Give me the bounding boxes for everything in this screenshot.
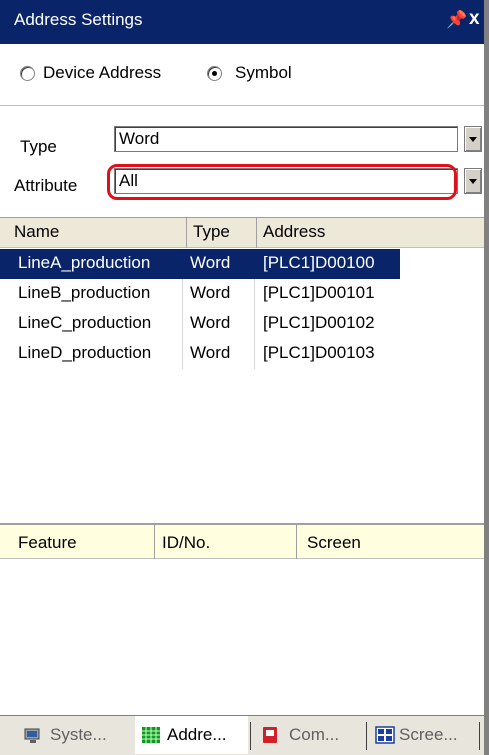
- device-address-radio[interactable]: [20, 66, 35, 81]
- tab-common-settings-label: Com...: [289, 725, 340, 744]
- common-settings-icon: [263, 727, 277, 743]
- type-dropdown[interactable]: Word: [114, 126, 458, 152]
- cell-name: LineB_production: [18, 283, 151, 302]
- cell-type: Word: [190, 283, 231, 302]
- column-header-type[interactable]: Type: [193, 222, 230, 242]
- address-settings-panel: Address Settings 📌 x Device Address Symb…: [0, 0, 489, 755]
- cell-address: [PLC1]D00101: [263, 283, 375, 302]
- address-mode-group: Device Address Symbol: [0, 44, 489, 106]
- usage-table: Feature ID/No. Screen: [0, 523, 489, 715]
- address-grid-icon: [142, 727, 160, 743]
- table-row[interactable]: LineC_production Word [PLC1]D00102: [0, 309, 489, 339]
- column-header-id-no[interactable]: ID/No.: [162, 533, 210, 553]
- tab-system-settings[interactable]: Syste...: [18, 716, 132, 754]
- symbol-table-header: Name Type Address: [0, 218, 489, 248]
- type-label: Type: [20, 137, 57, 156]
- usage-table-header: Feature ID/No. Screen: [0, 525, 489, 559]
- tab-screen-list-label: Scree...: [399, 725, 458, 744]
- screen-list-icon: [375, 726, 395, 744]
- column-header-name[interactable]: Name: [14, 222, 59, 242]
- system-settings-icon: [24, 728, 40, 743]
- bottom-tab-bar: Syste... Addre... Com... Scree...: [0, 715, 489, 755]
- table-row[interactable]: LineD_production Word [PLC1]D00103: [0, 339, 489, 369]
- title-bar: Address Settings 📌 x: [0, 0, 489, 44]
- device-address-label[interactable]: Device Address: [43, 63, 161, 83]
- type-value: Word: [119, 129, 160, 148]
- tab-divider: [250, 722, 251, 750]
- cell-type: Word: [190, 313, 231, 332]
- attribute-dropdown-arrow-icon[interactable]: [464, 168, 482, 194]
- cell-name: LineD_production: [18, 343, 152, 362]
- table-row[interactable]: LineB_production Word [PLC1]D00101: [0, 279, 489, 309]
- column-header-address[interactable]: Address: [263, 222, 325, 242]
- table-row[interactable]: LineA_production Word [PLC1]D00100: [0, 249, 400, 279]
- attribute-label: Attribute: [14, 176, 78, 195]
- tab-common-settings[interactable]: Com...: [255, 716, 361, 754]
- cell-type: Word: [190, 253, 231, 272]
- cell-divider: [254, 339, 255, 369]
- cell-address: [PLC1]D00102: [263, 313, 375, 332]
- panel-right-edge: [484, 0, 489, 755]
- tab-system-settings-label: Syste...: [50, 725, 107, 744]
- column-divider[interactable]: [186, 218, 187, 248]
- column-header-feature[interactable]: Feature: [18, 533, 77, 553]
- cell-divider: [182, 309, 183, 339]
- cell-divider: [182, 279, 183, 309]
- cell-divider: [254, 309, 255, 339]
- cell-name: LineC_production: [18, 313, 152, 332]
- column-divider[interactable]: [256, 218, 257, 248]
- tab-screen-list[interactable]: Scree...: [369, 716, 477, 754]
- tab-divider: [366, 722, 367, 750]
- column-header-screen[interactable]: Screen: [307, 533, 361, 553]
- symbol-radio[interactable]: [207, 66, 222, 81]
- panel-title: Address Settings: [14, 10, 143, 29]
- symbol-table: Name Type Address LineA_production Word …: [0, 217, 489, 523]
- type-dropdown-arrow-icon[interactable]: [464, 126, 482, 152]
- attribute-highlight-annotation: [107, 164, 457, 200]
- cell-name: LineA_production: [18, 253, 151, 272]
- cell-divider: [182, 339, 183, 369]
- close-icon[interactable]: x: [469, 8, 480, 30]
- cell-address: [PLC1]D00100: [263, 253, 375, 272]
- pin-icon[interactable]: 📌: [446, 10, 467, 30]
- column-divider[interactable]: [296, 525, 297, 559]
- symbol-label[interactable]: Symbol: [235, 63, 292, 83]
- tab-address-settings-label: Addre...: [167, 725, 227, 744]
- cell-type: Word: [190, 343, 231, 362]
- tab-address-settings[interactable]: Addre...: [135, 716, 248, 754]
- cell-divider: [254, 279, 255, 309]
- column-divider[interactable]: [154, 525, 155, 559]
- cell-address: [PLC1]D00103: [263, 343, 375, 362]
- tab-divider: [479, 722, 480, 750]
